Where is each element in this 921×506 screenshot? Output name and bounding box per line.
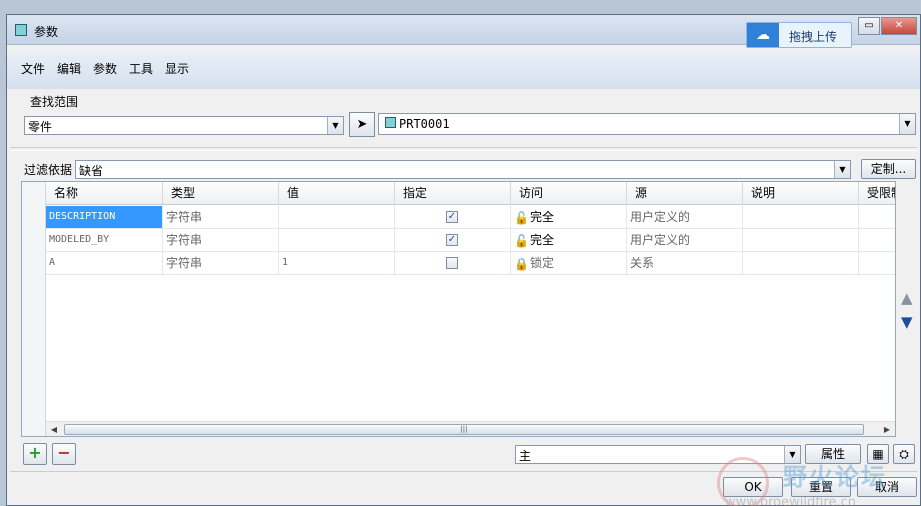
cell-designate <box>395 252 511 275</box>
designate-checkbox[interactable] <box>446 257 458 269</box>
scope-type-value: 零件 <box>28 120 53 134</box>
part-icon <box>15 24 27 36</box>
cell-name[interactable]: DESCRIPTION <box>46 206 163 229</box>
property-select[interactable]: 主 ▼ <box>515 445 801 464</box>
cell-source[interactable]: 用户定义的 <box>627 206 743 229</box>
menu-display[interactable]: 显示 <box>165 60 189 77</box>
divider <box>10 147 917 151</box>
cell-designate: ✓ <box>395 206 511 229</box>
unlock-icon: 🔓 <box>514 233 529 248</box>
cell-access[interactable]: 🔒锁定 <box>511 252 627 275</box>
cancel-button[interactable]: 取消 <box>857 477 917 497</box>
cloud-icon: ☁ <box>747 23 779 47</box>
cell-source[interactable]: 用户定义的 <box>627 229 743 252</box>
binoculars-icon[interactable]: ⛭ <box>893 444 915 464</box>
properties-button[interactable]: 属性 <box>805 444 861 464</box>
column-header-designate[interactable]: 指定 <box>395 182 511 205</box>
column-header-access[interactable]: 访问 <box>511 182 627 205</box>
scope-type-select[interactable]: 零件 ▼ <box>24 116 344 135</box>
window-title: 参数 <box>34 25 59 39</box>
chevron-down-icon[interactable]: ▼ <box>834 161 850 178</box>
lock-icon: 🔒 <box>514 256 529 271</box>
chevron-down-icon[interactable]: ▼ <box>327 117 343 134</box>
scrollbar-thumb[interactable]: ||| <box>64 424 864 435</box>
cell-restricted[interactable] <box>859 206 895 229</box>
close-button[interactable]: ✕ <box>881 17 917 35</box>
scope-object-select[interactable]: PRT0001 ▼ <box>378 113 916 135</box>
access-label: 锁定 <box>530 256 555 270</box>
reset-button[interactable]: 重置 <box>791 477 851 497</box>
chevron-down-icon[interactable]: ▼ <box>784 446 800 463</box>
column-header-restricted[interactable]: 受限制 <box>859 182 895 205</box>
cell-source[interactable]: 关系 <box>627 252 743 275</box>
cell-type[interactable]: 字符串 <box>163 229 279 252</box>
designate-checkbox[interactable]: ✓ <box>446 211 458 223</box>
cell-type[interactable]: 字符串 <box>163 252 279 275</box>
scroll-left-icon[interactable]: ◀ <box>46 422 62 436</box>
menu-tools[interactable]: 工具 <box>129 60 153 77</box>
ok-button[interactable]: OK <box>723 477 783 497</box>
cloud-upload-label: 拖拽上传 <box>789 30 838 44</box>
table-view-icon[interactable]: ▦ <box>867 444 889 464</box>
filter-value: 缺省 <box>79 164 104 178</box>
cell-access[interactable]: 🔓完全 <box>511 229 627 252</box>
access-label: 完全 <box>530 210 555 224</box>
remove-parameter-button[interactable]: − <box>52 443 76 465</box>
chevron-down-icon[interactable]: ▼ <box>899 114 915 134</box>
column-header-name[interactable]: 名称 <box>46 182 163 205</box>
cloud-upload-button[interactable]: ☁ 拖拽上传 <box>746 22 852 48</box>
parameters-dialog: 参数 ▭ ✕ ☁ 拖拽上传 文件 编辑 参数 工具 显示 查找范围 零件 ▼ ➤… <box>6 14 921 506</box>
menu-parameters[interactable]: 参数 <box>93 60 117 77</box>
column-header-value[interactable]: 值 <box>279 182 395 205</box>
part-icon <box>385 117 396 128</box>
menu-bar: 文件 编辑 参数 工具 显示 <box>7 53 920 89</box>
row-header-column <box>22 182 46 436</box>
filter-label: 过滤依据 <box>24 163 73 177</box>
column-header-description[interactable]: 说明 <box>743 182 859 205</box>
cell-description[interactable] <box>743 229 859 252</box>
unlock-icon: 🔓 <box>514 210 529 225</box>
cell-name[interactable]: A <box>46 252 163 275</box>
divider <box>10 471 917 474</box>
scroll-right-icon[interactable]: ▶ <box>879 422 895 436</box>
customize-button[interactable]: 定制... <box>861 159 916 179</box>
cell-value[interactable] <box>279 206 395 229</box>
move-up-icon[interactable]: ▲ <box>901 289 913 307</box>
minimize-button[interactable]: ▭ <box>858 17 880 35</box>
cell-restricted[interactable] <box>859 252 895 275</box>
cell-type[interactable]: 字符串 <box>163 206 279 229</box>
cell-value[interactable] <box>279 229 395 252</box>
column-header-source[interactable]: 源 <box>627 182 743 205</box>
cell-access[interactable]: 🔓完全 <box>511 206 627 229</box>
access-label: 完全 <box>530 233 555 247</box>
horizontal-scrollbar[interactable]: ◀ ||| ▶ <box>46 421 895 436</box>
cursor-icon: ➤ <box>356 117 368 132</box>
select-object-button[interactable]: ➤ <box>349 112 375 137</box>
menu-edit[interactable]: 编辑 <box>57 60 81 77</box>
parameters-table: 名称 类型 值 指定 访问 源 说明 受限制 DESCRIPTION 字符串 ✓… <box>21 181 896 437</box>
cell-description[interactable] <box>743 252 859 275</box>
column-header-type[interactable]: 类型 <box>163 182 279 205</box>
search-scope-label: 查找范围 <box>30 95 79 109</box>
cell-description[interactable] <box>743 206 859 229</box>
designate-checkbox[interactable]: ✓ <box>446 234 458 246</box>
cell-restricted[interactable] <box>859 229 895 252</box>
scope-object-value: PRT0001 <box>399 117 450 131</box>
menu-file[interactable]: 文件 <box>21 60 45 77</box>
cell-value[interactable]: 1 <box>279 252 395 275</box>
move-down-icon[interactable]: ▼ <box>901 313 913 331</box>
filter-select[interactable]: 缺省 ▼ <box>75 160 851 179</box>
cell-name[interactable]: MODELED_BY <box>46 229 163 252</box>
add-parameter-button[interactable]: + <box>23 443 47 465</box>
cell-designate: ✓ <box>395 229 511 252</box>
property-select-value: 主 <box>519 449 532 463</box>
